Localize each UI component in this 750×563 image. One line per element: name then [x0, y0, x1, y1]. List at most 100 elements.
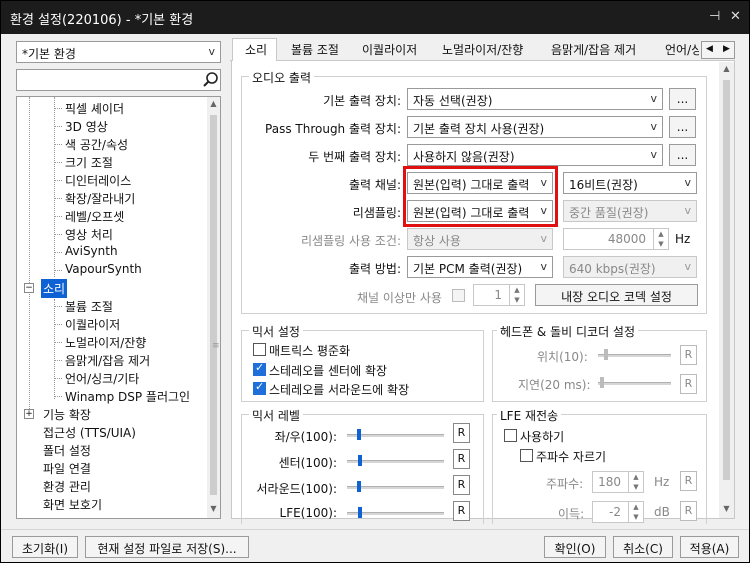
- bitrate-select[interactable]: 640 kbps(권장) v: [563, 256, 697, 278]
- panel-scroll-thumb[interactable]: [723, 80, 730, 480]
- tab-normalizer[interactable]: 노멀라이저/잔향: [442, 38, 523, 61]
- spin-arrows-icon[interactable]: ▲ ▼: [628, 472, 643, 492]
- mixer-level-reset-button[interactable]: R: [453, 449, 470, 469]
- spin-arrows-icon[interactable]: ▲ ▼: [653, 229, 668, 249]
- tree-item[interactable]: 음맑게/잡음 제거: [63, 351, 152, 370]
- tree-scroll-thumb[interactable]: [210, 115, 217, 495]
- resample-condition-select[interactable]: 항상 사용 v: [407, 228, 553, 250]
- lfe-use-checkbox[interactable]: [504, 429, 517, 442]
- tab-left-icon[interactable]: ◀: [706, 44, 713, 54]
- passthrough-more-button[interactable]: ...: [669, 116, 696, 138]
- second-device-more-button[interactable]: ...: [669, 144, 696, 166]
- mixer-level-label: 서라운드(100):: [256, 482, 337, 496]
- search-input[interactable]: [16, 69, 221, 91]
- save-to-file-button[interactable]: 현재 설정 파일로 저장(S)...: [85, 536, 249, 558]
- tree-item[interactable]: 이퀄라이저: [63, 315, 122, 334]
- method-select[interactable]: 기본 PCM 출력(권장) v: [407, 256, 553, 278]
- delay-slider-thumb[interactable]: [600, 377, 604, 388]
- channel-over-checkbox[interactable]: [452, 289, 465, 302]
- tree-item[interactable]: 파일 연결: [41, 459, 93, 478]
- lfe-gain-spinner[interactable]: -2 ▲ ▼: [592, 501, 644, 523]
- tab-right-icon[interactable]: ▶: [723, 44, 730, 54]
- lfe-gain-reset-button[interactable]: R: [680, 501, 697, 521]
- tree-item[interactable]: 볼륨 조절: [63, 297, 115, 316]
- passthrough-select[interactable]: 기본 출력 장치 사용(권장) v: [407, 116, 663, 138]
- spin-arrows-icon[interactable]: ▲ ▼: [509, 285, 524, 305]
- codec-settings-button[interactable]: 내장 오디오 코덱 설정: [535, 284, 698, 306]
- tree-item[interactable]: 레벨/오프셋: [63, 207, 126, 226]
- preset-select[interactable]: *기본 환경 v: [16, 41, 221, 63]
- expand-icon[interactable]: +: [24, 409, 34, 419]
- stereo-center-checkbox[interactable]: [253, 361, 266, 376]
- ok-button[interactable]: 확인(O): [544, 536, 606, 558]
- sample-rate-spinner[interactable]: 48000 ▲ ▼: [563, 228, 669, 250]
- mixer-level-slider[interactable]: [347, 434, 444, 437]
- quality-select[interactable]: 중간 품질(권장) v: [563, 200, 697, 222]
- tree-item[interactable]: 확장/잘라내기: [63, 189, 137, 208]
- position-slider-thumb[interactable]: [604, 349, 608, 360]
- close-icon[interactable]: ✕: [730, 9, 741, 24]
- mixer-level-slider-thumb[interactable]: [357, 429, 361, 440]
- scroll-down-icon[interactable]: ▼: [207, 502, 220, 516]
- panel-scrollbar[interactable]: ▲ ▼: [719, 62, 734, 518]
- pin-icon[interactable]: ⊣: [709, 9, 720, 24]
- lfe-cutoff-checkbox[interactable]: [520, 449, 533, 462]
- matrix-normalize-checkbox[interactable]: [253, 343, 266, 356]
- delay-reset-button[interactable]: R: [680, 374, 697, 394]
- tree-item[interactable]: 노멀라이저/잔향: [63, 333, 148, 352]
- stereo-surround-checkbox[interactable]: [253, 380, 266, 395]
- splitter-grip-icon[interactable]: ≡: [212, 341, 220, 351]
- spin-arrows-icon[interactable]: ▲ ▼: [628, 502, 643, 522]
- lfe-freq-spinner[interactable]: 180 ▲ ▼: [592, 471, 644, 493]
- tree-item[interactable]: 기능 확장: [41, 405, 93, 424]
- tree-item[interactable]: 언어/싱크/기타: [63, 369, 141, 388]
- tab-language[interactable]: 언어/싱: [665, 38, 699, 61]
- position-slider[interactable]: [598, 354, 671, 357]
- mixer-level-slider[interactable]: [347, 486, 444, 489]
- tree-item[interactable]: 접근성 (TTS/UIA): [41, 423, 138, 442]
- tree-item[interactable]: 환경 관리: [41, 477, 93, 496]
- mixer-level-slider-thumb[interactable]: [358, 455, 362, 466]
- cancel-button[interactable]: 취소(C): [613, 536, 673, 558]
- reset-button[interactable]: 초기화(I): [12, 536, 78, 558]
- tree-item[interactable]: 화면 보호기: [41, 495, 104, 514]
- preferences-window: 환경 설정(220106) - *기본 환경 ⊣ ✕ *기본 환경 v 픽셀 셰이…: [0, 0, 750, 563]
- apply-button[interactable]: 적용(A): [680, 536, 739, 558]
- tree-item[interactable]: VapourSynth: [63, 261, 144, 277]
- tree-item[interactable]: 3D 영상: [63, 117, 110, 136]
- tree-item[interactable]: 색 공간/속성: [63, 135, 130, 154]
- tree-item[interactable]: 소리: [41, 279, 68, 298]
- default-device-select[interactable]: 자동 선택(권장) v: [407, 88, 663, 110]
- settings-tree[interactable]: 픽셀 셰이더 3D 영상 색 공간/속성 크기 조절 디인터레이스 확장/잘라내기 레벨/오…: [16, 96, 221, 519]
- scroll-up-icon[interactable]: ▲: [719, 64, 734, 73]
- mixer-level-title: 믹서 레벨: [249, 407, 303, 424]
- default-device-more-button[interactable]: ...: [669, 88, 696, 110]
- collapse-icon[interactable]: −: [24, 283, 34, 293]
- mixer-level-reset-button[interactable]: R: [453, 475, 470, 495]
- mixer-level-slider-thumb[interactable]: [358, 507, 362, 518]
- tab-equalizer[interactable]: 이퀄라이저: [362, 38, 417, 61]
- scroll-up-icon[interactable]: ▲: [207, 97, 220, 111]
- scroll-down-icon[interactable]: ▼: [719, 504, 734, 513]
- tree-scrollbar[interactable]: ▲ ▼: [207, 97, 220, 518]
- tree-item[interactable]: 디인터레이스: [63, 171, 133, 190]
- channel-over-spinner[interactable]: 1 ▲ ▼: [473, 284, 525, 306]
- bits-select[interactable]: 16비트(권장) v: [563, 172, 697, 194]
- tree-item[interactable]: 영상 처리: [63, 225, 115, 244]
- search-icon[interactable]: [202, 71, 220, 89]
- tree-item[interactable]: 크기 조절: [63, 153, 115, 172]
- tree-item[interactable]: 폴더 설정: [41, 441, 93, 460]
- lfe-freq-reset-button[interactable]: R: [680, 471, 697, 491]
- tab-noise[interactable]: 음맑게/잡음 제거: [551, 38, 636, 61]
- tab-volume[interactable]: 볼륨 조절: [291, 38, 339, 61]
- position-reset-button[interactable]: R: [680, 345, 697, 365]
- tree-item[interactable]: Winamp DSP 플러그인: [63, 387, 192, 406]
- tab-sound-label: 소리: [245, 43, 268, 57]
- mixer-level-reset-button[interactable]: R: [453, 423, 470, 443]
- tree-item[interactable]: AviSynth: [63, 243, 120, 259]
- mixer-level-slider-thumb[interactable]: [357, 481, 361, 492]
- second-device-select[interactable]: 사용하지 않음(권장) v: [407, 144, 663, 166]
- mixer-level-reset-button[interactable]: R: [453, 501, 470, 521]
- tree-item[interactable]: 픽셀 셰이더: [63, 99, 126, 118]
- delay-slider[interactable]: [598, 382, 671, 385]
